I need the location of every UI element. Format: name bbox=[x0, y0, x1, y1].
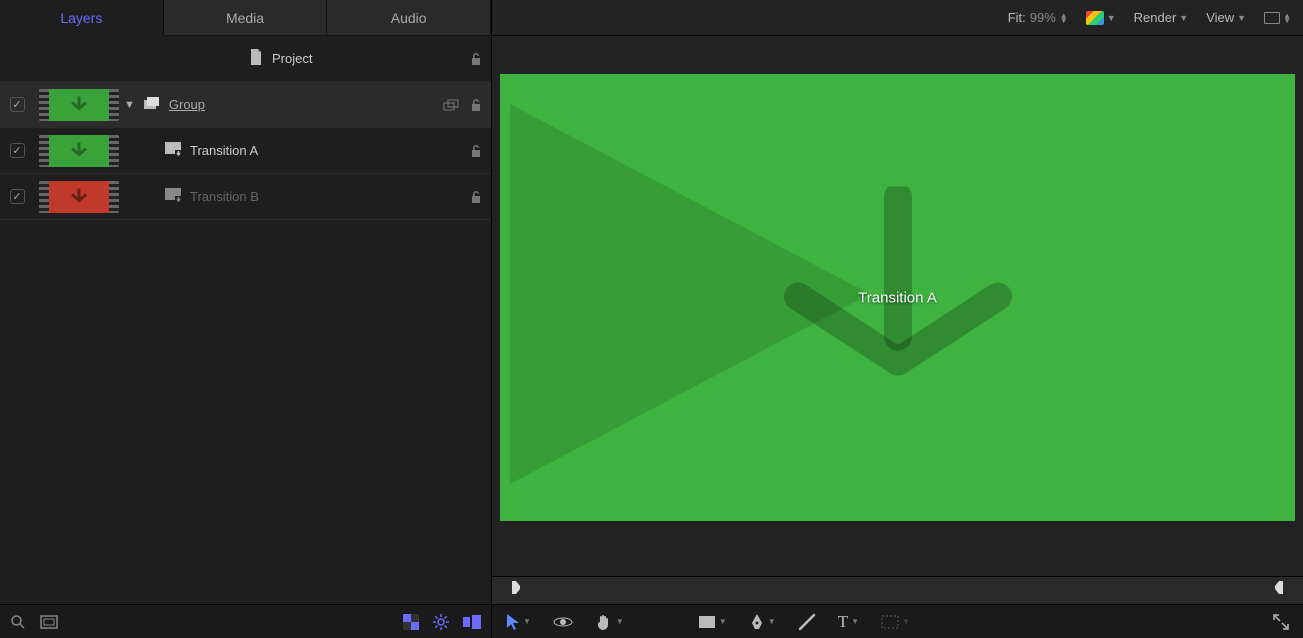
sidebar-tabs: Layers Media Audio bbox=[0, 0, 491, 36]
placeholder-icon bbox=[164, 141, 182, 160]
visibility-checkbox[interactable]: ✓ bbox=[10, 143, 25, 158]
visibility-checkbox[interactable]: ✓ bbox=[10, 189, 25, 204]
search-icon[interactable] bbox=[10, 614, 26, 630]
select-tool[interactable]: ▼ bbox=[506, 613, 531, 631]
canvas-toolbar: Fit: 99% ▲▼ ▼ Render ▼ View ▼ ▲▼ bbox=[492, 0, 1303, 36]
chevron-down-icon: ▼ bbox=[851, 617, 859, 626]
color-channel-dropdown[interactable]: ▼ bbox=[1086, 11, 1116, 25]
project-row[interactable]: Project bbox=[0, 36, 491, 82]
project-label: Project bbox=[272, 51, 312, 66]
orbit-tool[interactable] bbox=[553, 612, 573, 632]
lock-icon[interactable] bbox=[469, 97, 483, 113]
view-dropdown[interactable]: View ▼ bbox=[1206, 10, 1246, 25]
mask-tool[interactable]: ▼ bbox=[881, 615, 910, 629]
hand-tool[interactable]: ▼ bbox=[595, 613, 624, 631]
out-point-marker-icon[interactable] bbox=[1273, 581, 1285, 600]
frame-icon[interactable] bbox=[40, 615, 58, 629]
stepper-icon[interactable]: ▲▼ bbox=[1060, 13, 1068, 23]
layer-row-transition-a[interactable]: ✓ Transition A bbox=[0, 128, 491, 174]
tab-audio[interactable]: Audio bbox=[327, 0, 491, 36]
rectangle-icon bbox=[1264, 12, 1280, 24]
layers-panel: Layers Media Audio Project ✓ bbox=[0, 0, 492, 638]
in-point-marker-icon[interactable] bbox=[510, 581, 522, 600]
color-swatch-icon bbox=[1086, 11, 1104, 25]
chevron-down-icon: ▼ bbox=[616, 617, 624, 626]
lock-icon[interactable] bbox=[469, 189, 483, 205]
expand-tool[interactable] bbox=[1273, 614, 1289, 630]
chevron-down-icon: ▼ bbox=[1107, 13, 1116, 23]
document-icon bbox=[248, 48, 264, 69]
checker-icon[interactable] bbox=[403, 614, 419, 630]
stepper-icon: ▲▼ bbox=[1283, 13, 1291, 23]
chevron-down-icon: ▼ bbox=[1237, 13, 1246, 23]
layer-label: Transition A bbox=[190, 143, 258, 158]
canvas[interactable]: Transition A bbox=[500, 74, 1295, 521]
visibility-checkbox[interactable]: ✓ bbox=[10, 97, 25, 112]
chevron-down-icon: ▼ bbox=[719, 617, 727, 626]
chevron-down-icon: ▼ bbox=[1179, 13, 1188, 23]
fit-value: 99% bbox=[1030, 10, 1056, 25]
canvas-overlay-text: Transition A bbox=[858, 289, 937, 306]
chevron-down-icon: ▼ bbox=[768, 617, 776, 626]
tools-toolbar: ▼ ▼ ▼ ▼ T ▼ ▼ bbox=[492, 604, 1303, 638]
layers-list: Project ✓ ▼ bbox=[0, 36, 491, 604]
canvas-area[interactable]: Transition A bbox=[492, 36, 1303, 576]
render-dropdown[interactable]: Render ▼ bbox=[1134, 10, 1189, 25]
arrow-down-icon bbox=[68, 186, 90, 207]
panels-icon[interactable] bbox=[463, 615, 481, 629]
pen-tool[interactable]: ▼ bbox=[749, 613, 776, 631]
tab-layers[interactable]: Layers bbox=[0, 0, 164, 36]
placeholder-icon bbox=[164, 187, 182, 206]
layer-thumbnail[interactable] bbox=[39, 181, 119, 213]
lock-icon[interactable] bbox=[469, 143, 483, 159]
render-label: Render bbox=[1134, 10, 1177, 25]
timeline-strip[interactable] bbox=[492, 576, 1303, 604]
text-tool[interactable]: T ▼ bbox=[838, 612, 859, 632]
tab-media[interactable]: Media bbox=[164, 0, 328, 36]
arrow-down-icon bbox=[68, 140, 90, 161]
layers-bottom-toolbar bbox=[0, 604, 491, 638]
disclosure-triangle-icon[interactable]: ▼ bbox=[124, 99, 135, 111]
rectangle-tool[interactable]: ▼ bbox=[698, 615, 727, 629]
group-row[interactable]: ✓ ▼ Group bbox=[0, 82, 491, 128]
canvas-panel: Fit: 99% ▲▼ ▼ Render ▼ View ▼ ▲▼ bbox=[492, 0, 1303, 638]
layout-dropdown[interactable]: ▲▼ bbox=[1264, 12, 1291, 24]
zoom-control[interactable]: Fit: 99% ▲▼ bbox=[1008, 10, 1068, 25]
chevron-down-icon: ▼ bbox=[523, 617, 531, 626]
layer-row-transition-b[interactable]: ✓ Transition B bbox=[0, 174, 491, 220]
group-label: Group bbox=[169, 97, 205, 112]
layer-thumbnail[interactable] bbox=[39, 135, 119, 167]
chevron-down-icon: ▼ bbox=[902, 617, 910, 626]
group-thumbnail[interactable] bbox=[39, 89, 119, 121]
brush-tool[interactable] bbox=[798, 613, 816, 631]
link-icon[interactable] bbox=[443, 98, 459, 112]
view-label: View bbox=[1206, 10, 1234, 25]
lock-icon[interactable] bbox=[469, 51, 483, 67]
arrow-down-icon bbox=[68, 94, 90, 115]
stack-icon bbox=[143, 96, 161, 113]
fit-label: Fit: bbox=[1008, 10, 1026, 25]
layer-label: Transition B bbox=[190, 189, 259, 204]
text-tool-label: T bbox=[838, 612, 848, 632]
gear-icon[interactable] bbox=[433, 614, 449, 630]
